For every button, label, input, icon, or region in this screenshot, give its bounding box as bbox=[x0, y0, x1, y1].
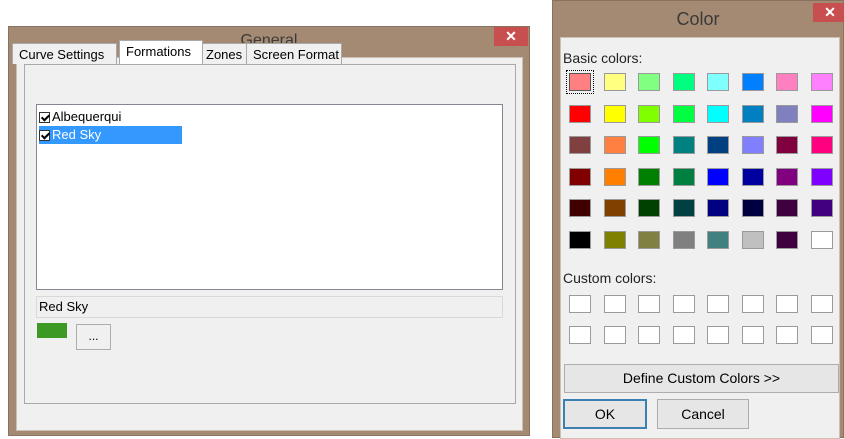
formations-list[interactable]: Albequerqui Red Sky bbox=[36, 104, 503, 290]
color-dialog-title: Color bbox=[676, 9, 720, 29]
basic-color-swatch[interactable] bbox=[810, 230, 833, 249]
basic-color-swatch[interactable] bbox=[776, 73, 798, 91]
cancel-button[interactable]: Cancel bbox=[657, 399, 749, 429]
custom-color-swatch[interactable] bbox=[810, 326, 833, 344]
basic-color-swatch[interactable] bbox=[741, 104, 764, 123]
formation-label: Albequerqui bbox=[52, 109, 122, 124]
basic-color-swatch[interactable] bbox=[810, 167, 833, 186]
list-item[interactable]: Albequerqui bbox=[39, 108, 121, 126]
color-close-button[interactable]: ✕ bbox=[813, 3, 844, 22]
checkbox-checked-icon[interactable] bbox=[39, 130, 50, 141]
basic-color-swatch[interactable] bbox=[638, 230, 660, 249]
basic-color-swatch[interactable] bbox=[776, 230, 798, 249]
basic-color-swatch[interactable] bbox=[638, 136, 660, 154]
custom-color-swatch[interactable] bbox=[776, 326, 798, 344]
basic-color-swatch[interactable] bbox=[707, 167, 729, 186]
tab-zones[interactable]: Zones bbox=[199, 43, 247, 64]
basic-color-swatch[interactable] bbox=[566, 70, 594, 94]
basic-color-swatch[interactable] bbox=[672, 73, 695, 91]
basic-color-swatch[interactable] bbox=[741, 199, 764, 217]
basic-color-swatch[interactable] bbox=[672, 230, 695, 249]
basic-color-swatch[interactable] bbox=[707, 230, 729, 249]
basic-color-swatch[interactable] bbox=[672, 199, 695, 217]
custom-color-swatch[interactable] bbox=[603, 295, 626, 313]
basic-color-swatch[interactable] bbox=[569, 136, 591, 154]
custom-color-swatch[interactable] bbox=[707, 295, 729, 313]
basic-color-swatch[interactable] bbox=[776, 104, 798, 123]
basic-color-swatch[interactable] bbox=[707, 136, 729, 154]
custom-color-swatch[interactable] bbox=[707, 326, 729, 344]
basic-color-swatch[interactable] bbox=[638, 73, 660, 91]
basic-color-swatch[interactable] bbox=[810, 73, 833, 91]
basic-color-swatch[interactable] bbox=[672, 167, 695, 186]
custom-color-swatch[interactable] bbox=[672, 326, 695, 344]
basic-color-swatch[interactable] bbox=[603, 104, 626, 123]
basic-color-swatch[interactable] bbox=[638, 104, 660, 123]
basic-color-swatch[interactable] bbox=[638, 167, 660, 186]
custom-color-swatch[interactable] bbox=[672, 295, 695, 313]
custom-color-swatch[interactable] bbox=[741, 326, 764, 344]
basic-color-swatch[interactable] bbox=[810, 104, 833, 123]
basic-color-swatch[interactable] bbox=[638, 199, 660, 217]
custom-color-swatch[interactable] bbox=[810, 295, 833, 313]
basic-color-swatch[interactable] bbox=[741, 73, 764, 91]
tab-curve-settings[interactable]: Curve Settings bbox=[12, 43, 117, 64]
basic-color-swatch[interactable] bbox=[707, 199, 729, 217]
close-icon: ✕ bbox=[824, 4, 836, 20]
basic-color-swatch[interactable] bbox=[569, 104, 591, 123]
custom-color-swatch[interactable] bbox=[569, 295, 591, 313]
basic-color-swatch[interactable] bbox=[776, 136, 798, 154]
basic-color-swatch[interactable] bbox=[707, 73, 729, 91]
custom-color-swatch[interactable] bbox=[638, 326, 660, 344]
checkbox-checked-icon[interactable] bbox=[39, 112, 50, 123]
basic-colors-label: Basic colors: bbox=[563, 50, 643, 66]
basic-color-swatch[interactable] bbox=[569, 230, 591, 249]
general-close-button[interactable]: ✕ bbox=[494, 27, 528, 46]
basic-color-swatch[interactable] bbox=[776, 167, 798, 186]
choose-color-button[interactable]: ... bbox=[76, 324, 111, 350]
basic-color-swatch[interactable] bbox=[569, 199, 591, 217]
basic-color-swatch[interactable] bbox=[776, 199, 798, 217]
basic-color-swatch[interactable] bbox=[603, 199, 626, 217]
basic-color-swatch[interactable] bbox=[707, 104, 729, 123]
basic-color-swatch[interactable] bbox=[810, 136, 833, 154]
basic-color-swatch[interactable] bbox=[672, 104, 695, 123]
basic-color-swatch[interactable] bbox=[603, 73, 626, 91]
tab-formations[interactable]: Formations bbox=[119, 40, 203, 64]
define-custom-colors-button[interactable]: Define Custom Colors >> bbox=[564, 364, 839, 393]
selected-formation-name: Red Sky bbox=[36, 296, 503, 318]
basic-color-swatch[interactable] bbox=[672, 136, 695, 154]
basic-color-swatch[interactable] bbox=[741, 167, 764, 186]
custom-colors-label: Custom colors: bbox=[563, 270, 657, 286]
ok-button[interactable]: OK bbox=[563, 399, 647, 429]
basic-color-swatch[interactable] bbox=[741, 136, 764, 154]
custom-color-swatch[interactable] bbox=[638, 295, 660, 313]
custom-color-swatch[interactable] bbox=[569, 326, 591, 344]
basic-color-swatch[interactable] bbox=[569, 167, 591, 186]
list-item-selected[interactable]: Red Sky bbox=[39, 126, 182, 144]
close-icon: ✕ bbox=[505, 28, 517, 44]
custom-color-swatch[interactable] bbox=[776, 295, 798, 313]
basic-color-swatch[interactable] bbox=[603, 167, 626, 186]
custom-color-swatch[interactable] bbox=[741, 295, 764, 313]
basic-color-swatch[interactable] bbox=[603, 230, 626, 249]
custom-color-swatch[interactable] bbox=[603, 326, 626, 344]
formation-label: Red Sky bbox=[52, 127, 102, 142]
basic-color-swatch[interactable] bbox=[810, 199, 833, 217]
tab-screen-format[interactable]: Screen Format bbox=[246, 43, 342, 64]
basic-color-swatch[interactable] bbox=[741, 230, 764, 249]
basic-color-swatch[interactable] bbox=[603, 136, 626, 154]
formation-color-swatch bbox=[37, 323, 67, 338]
